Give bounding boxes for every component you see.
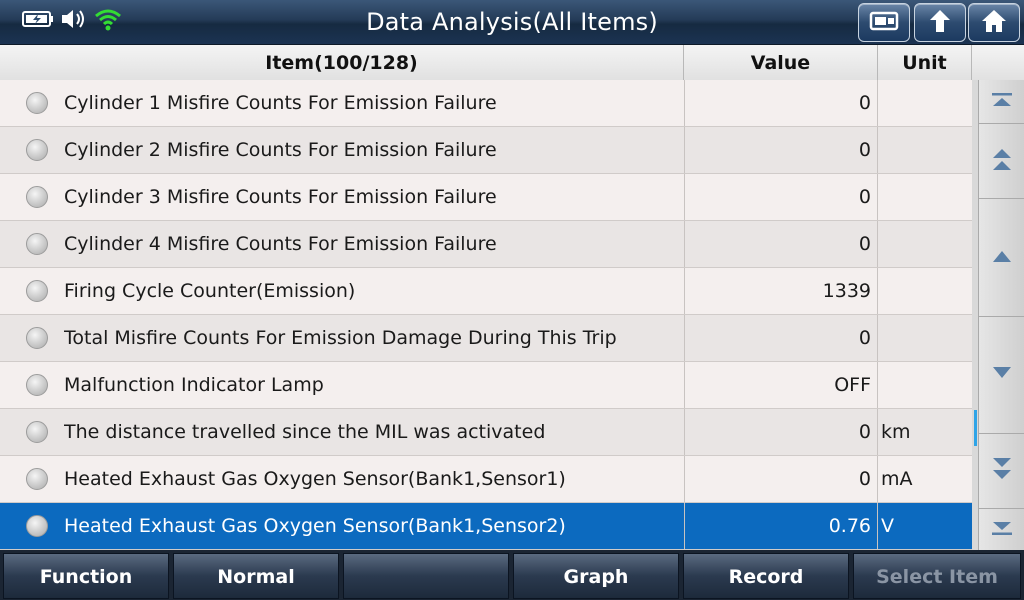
item-name: Cylinder 1 Misfire Counts For Emission F… [64, 92, 497, 114]
item-unit [878, 80, 972, 126]
scroll-controls [972, 80, 1024, 550]
item-name: Cylinder 3 Misfire Counts For Emission F… [64, 186, 497, 208]
row-radio-icon[interactable] [26, 280, 48, 302]
page-up-icon [990, 146, 1014, 176]
item-value: 0 [684, 221, 878, 267]
table-row[interactable]: Heated Exhaust Gas Oxygen Sensor(Bank1,S… [0, 456, 972, 503]
item-value: 0 [684, 174, 878, 220]
record-button[interactable]: Record [683, 553, 849, 599]
title-bar: Data Analysis(All Items) [0, 0, 1024, 45]
table-row[interactable]: Cylinder 3 Misfire Counts For Emission F… [0, 174, 972, 221]
scroll-bottom-icon [990, 520, 1014, 540]
line-down-icon [990, 365, 1014, 385]
item-value: 0 [684, 409, 878, 455]
column-header-item: Item(100/128) [0, 45, 684, 80]
item-unit: km [881, 421, 911, 443]
row-radio-icon[interactable] [26, 186, 48, 208]
item-value: 1339 [684, 268, 878, 314]
column-header-unit: Unit [878, 45, 972, 80]
column-header-spacer [972, 45, 1024, 80]
item-name: Malfunction Indicator Lamp [64, 374, 324, 396]
table-row[interactable]: Cylinder 2 Misfire Counts For Emission F… [0, 127, 972, 174]
bottom-toolbar: Function Normal Graph Record Select Item [0, 550, 1024, 600]
item-name: Firing Cycle Counter(Emission) [64, 280, 356, 302]
data-list: Cylinder 1 Misfire Counts For Emission F… [0, 80, 972, 550]
table-row[interactable]: Cylinder 1 Misfire Counts For Emission F… [0, 80, 972, 127]
table-row[interactable]: Total Misfire Counts For Emission Damage… [0, 315, 972, 362]
screenshot-button[interactable] [858, 3, 910, 42]
line-up-button[interactable] [978, 199, 1024, 317]
item-name: The distance travelled since the MIL was… [64, 421, 546, 443]
item-name: Cylinder 4 Misfire Counts For Emission F… [64, 233, 497, 255]
home-icon [980, 8, 1008, 38]
row-radio-icon[interactable] [26, 421, 48, 443]
item-unit: mA [881, 468, 913, 490]
table-row[interactable]: The distance travelled since the MIL was… [0, 409, 972, 456]
item-unit [878, 221, 972, 267]
function-button[interactable]: Function [3, 553, 169, 599]
home-button[interactable] [968, 3, 1020, 42]
page-down-button[interactable] [978, 434, 1024, 509]
back-button[interactable] [914, 3, 966, 42]
column-header-value: Value [684, 45, 878, 80]
row-radio-icon[interactable] [26, 515, 48, 537]
item-unit [878, 315, 972, 361]
item-value: 0 [684, 80, 878, 126]
item-name: Heated Exhaust Gas Oxygen Sensor(Bank1,S… [64, 515, 566, 537]
scroll-top-icon [990, 92, 1014, 112]
scroll-top-button[interactable] [978, 80, 1024, 124]
select-item-button[interactable]: Select Item [853, 553, 1021, 599]
item-value: OFF [684, 362, 878, 408]
graph-button[interactable]: Graph [513, 553, 679, 599]
item-value: 0.76 [684, 503, 878, 549]
row-radio-icon[interactable] [26, 374, 48, 396]
table-row[interactable]: Cylinder 4 Misfire Counts For Emission F… [0, 221, 972, 268]
scrollbar-thumb[interactable] [974, 410, 977, 446]
normal-button[interactable]: Normal [173, 553, 339, 599]
item-value: 0 [684, 456, 878, 502]
item-value: 0 [684, 315, 878, 361]
table-header: Item(100/128) Value Unit [0, 45, 1024, 81]
row-radio-icon[interactable] [26, 468, 48, 490]
item-unit [878, 174, 972, 220]
row-radio-icon[interactable] [26, 139, 48, 161]
item-unit: V [881, 515, 894, 537]
row-radio-icon[interactable] [26, 233, 48, 255]
table-row-selected[interactable]: Heated Exhaust Gas Oxygen Sensor(Bank1,S… [0, 503, 972, 550]
item-name: Heated Exhaust Gas Oxygen Sensor(Bank1,S… [64, 468, 566, 490]
line-down-button[interactable] [978, 317, 1024, 434]
page-down-icon [990, 456, 1014, 486]
item-unit [878, 127, 972, 173]
screenshot-icon [869, 10, 899, 36]
line-up-icon [990, 248, 1014, 268]
row-radio-icon[interactable] [26, 92, 48, 114]
table-row[interactable]: Malfunction Indicator Lamp OFF [0, 362, 972, 409]
empty-button[interactable] [343, 553, 509, 599]
item-unit [878, 362, 972, 408]
item-unit [878, 268, 972, 314]
item-value: 0 [684, 127, 878, 173]
table-row[interactable]: Firing Cycle Counter(Emission) 1339 [0, 268, 972, 315]
item-name: Total Misfire Counts For Emission Damage… [64, 327, 617, 349]
item-name: Cylinder 2 Misfire Counts For Emission F… [64, 139, 497, 161]
page-up-button[interactable] [978, 124, 1024, 199]
back-up-arrow-icon [926, 8, 954, 38]
row-radio-icon[interactable] [26, 327, 48, 349]
scroll-bottom-button[interactable] [978, 509, 1024, 550]
